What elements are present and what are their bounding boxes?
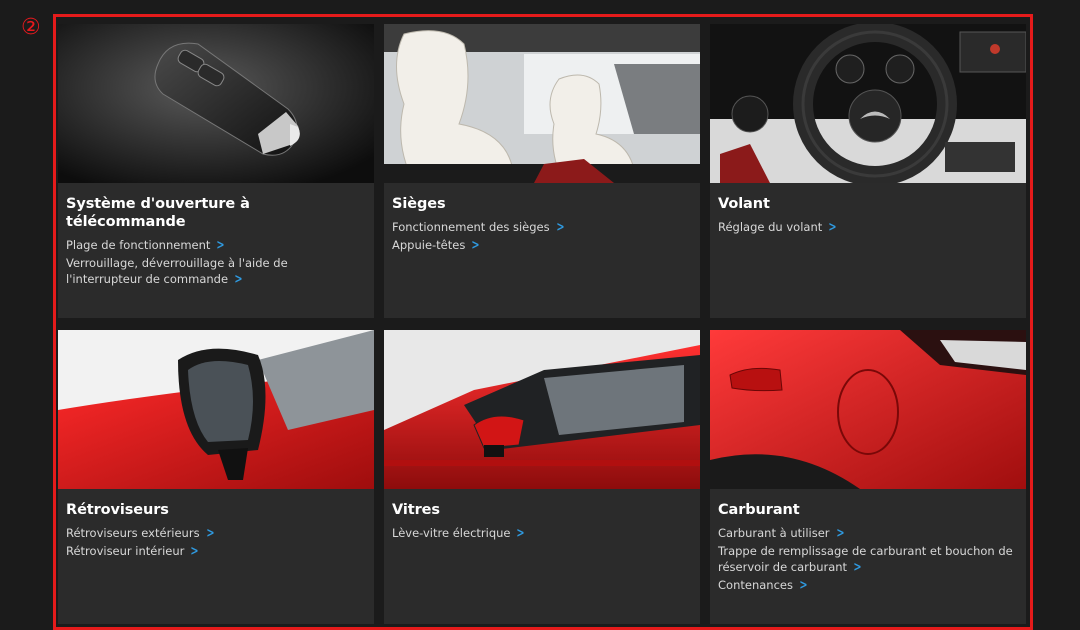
chevron-right-icon: > xyxy=(835,526,845,541)
card-fuel: Carburant Carburant à utiliser > Trappe d… xyxy=(710,330,1026,624)
link-fuel-door-cap[interactable]: Trappe de remplissage de carburant et bo… xyxy=(718,543,1018,576)
link-seat-operation[interactable]: Fonctionnement des sièges > xyxy=(392,219,692,236)
card-remote-entry: Système d'ouverture à télécommande Plage… xyxy=(58,24,374,318)
card-seats: Sièges Fonctionnement des sièges > Appuie… xyxy=(384,24,700,318)
link-exterior-mirrors[interactable]: Rétroviseurs extérieurs > xyxy=(66,525,366,542)
card-windows: Vitres Lève-vitre électrique > xyxy=(384,330,700,624)
card-steering-wheel: Volant Réglage du volant > xyxy=(710,24,1026,318)
chevron-right-icon: > xyxy=(205,526,215,541)
card-title: Système d'ouverture à télécommande xyxy=(66,196,250,230)
card-title: Vitres xyxy=(392,502,440,518)
chevron-right-icon: > xyxy=(516,526,526,541)
card-mirrors: Rétroviseurs Rétroviseurs extérieurs > Ré… xyxy=(58,330,374,624)
chevron-right-icon: > xyxy=(216,238,225,253)
chevron-right-icon: > xyxy=(556,220,565,235)
step-marker: ② xyxy=(21,15,41,40)
link-operating-range[interactable]: Plage de fonctionnement > xyxy=(66,237,366,254)
card-title: Rétroviseurs xyxy=(66,502,169,518)
link-interior-mirror[interactable]: Rétroviseur intérieur > xyxy=(66,543,366,560)
seats-image[interactable] xyxy=(384,24,700,183)
chevron-right-icon: > xyxy=(799,577,808,593)
chevron-right-icon: > xyxy=(853,560,862,575)
chevron-right-icon: > xyxy=(471,237,480,253)
remote-key-image[interactable] xyxy=(58,24,374,183)
link-power-windows[interactable]: Lève-vitre électrique > xyxy=(392,525,692,542)
steering-wheel-image[interactable] xyxy=(710,24,1026,183)
mirrors-image[interactable] xyxy=(58,330,374,489)
chevron-right-icon: > xyxy=(828,220,837,235)
feature-grid: Système d'ouverture à télécommande Plage… xyxy=(58,24,1026,624)
link-fuel-type[interactable]: Carburant à utiliser > xyxy=(718,525,1018,542)
link-headrests[interactable]: Appuie-têtes > xyxy=(392,237,692,254)
chevron-right-icon: > xyxy=(190,543,199,559)
windows-image[interactable] xyxy=(384,330,700,489)
card-title: Sièges xyxy=(392,196,446,212)
fuel-image[interactable] xyxy=(710,330,1026,489)
card-title: Volant xyxy=(718,196,770,212)
link-lock-unlock-switch[interactable]: Verrouillage, déverrouillage à l'aide de… xyxy=(66,255,366,288)
link-steering-adjust[interactable]: Réglage du volant > xyxy=(718,219,1018,236)
link-capacities[interactable]: Contenances > xyxy=(718,577,1018,594)
chevron-right-icon: > xyxy=(234,272,243,287)
card-title: Carburant xyxy=(718,502,800,518)
